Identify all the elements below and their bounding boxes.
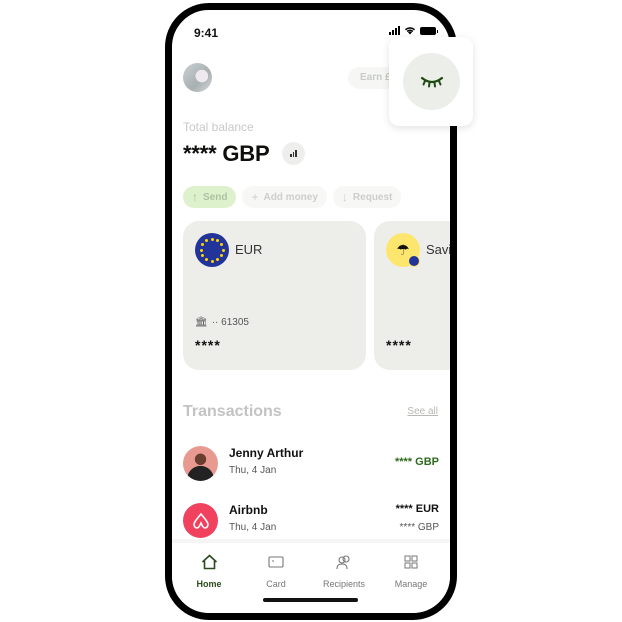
- flag-star: [220, 254, 224, 257]
- account-currency: EUR: [235, 242, 263, 257]
- closed-eye-icon: [420, 76, 443, 87]
- savings-name: Savi: [426, 242, 452, 257]
- transaction-date: Thu, 4 Jan: [229, 465, 277, 476]
- wifi-icon: [404, 27, 416, 35]
- flag-star: [200, 254, 204, 257]
- transaction-sub-amount: **** GBP: [399, 522, 439, 533]
- transaction-amount: **** EUR: [395, 503, 439, 515]
- flag-star: [220, 243, 224, 246]
- privacy-toggle-popup: [389, 37, 473, 126]
- arrow-up-icon: ↑: [192, 190, 198, 204]
- airbnb-logo-icon: [183, 503, 218, 538]
- plus-icon: +: [251, 190, 259, 204]
- home-icon: [177, 553, 241, 571]
- add-money-button[interactable]: + Add money: [242, 186, 327, 208]
- account-card-eur[interactable]: EUR 🏛 ·· 61305 ****: [183, 221, 366, 370]
- flag-star: [199, 248, 203, 252]
- bank-icon: 🏛: [195, 317, 208, 328]
- account-balance: ****: [195, 337, 221, 353]
- total-balance-value: **** GBP: [183, 141, 270, 166]
- flag-star: [221, 248, 225, 252]
- transaction-name: Jenny Arthur: [229, 446, 304, 460]
- status-time: 9:41: [194, 26, 219, 40]
- flag-star: [210, 237, 214, 241]
- flag-star: [205, 258, 208, 262]
- quick-actions: ↑ Send + Add money ↓ Request: [183, 186, 402, 208]
- account-number: ·· 61305: [211, 317, 249, 328]
- nav-home[interactable]: Home: [177, 553, 241, 589]
- bar-chart-icon: [290, 154, 292, 157]
- send-button[interactable]: ↑ Send: [183, 186, 237, 208]
- insights-button[interactable]: [282, 142, 305, 165]
- home-indicator: [263, 598, 358, 602]
- arrow-down-icon: ↓: [341, 190, 348, 204]
- manage-icon: [379, 553, 443, 571]
- transactions-heading: Transactions: [183, 403, 282, 420]
- total-balance-label: Total balance: [183, 120, 254, 134]
- hide-balance-button[interactable]: [403, 53, 460, 110]
- transaction-name: Airbnb: [229, 503, 268, 517]
- savings-balance: ****: [386, 337, 412, 353]
- recipients-icon: [312, 553, 376, 571]
- contact-avatar: [183, 446, 218, 481]
- flag-star: [200, 243, 204, 246]
- transaction-row[interactable]: Airbnb Thu, 4 Jan **** EUR **** GBP: [183, 501, 439, 541]
- bottom-nav: Home Card Recipients Manage: [172, 539, 450, 613]
- eu-flag-icon: [195, 233, 229, 267]
- transaction-row[interactable]: Jenny Arthur Thu, 4 Jan **** GBP: [183, 444, 439, 484]
- transaction-date: Thu, 4 Jan: [229, 522, 277, 533]
- request-button[interactable]: ↓ Request: [332, 186, 402, 208]
- account-card-savings[interactable]: ☂ Savi ****: [374, 221, 452, 370]
- flag-star: [216, 238, 219, 242]
- nav-card[interactable]: Card: [244, 553, 308, 589]
- flag-star: [210, 259, 214, 263]
- transaction-amount: **** GBP: [394, 456, 439, 468]
- card-icon: [244, 553, 308, 571]
- nav-manage[interactable]: Manage: [379, 553, 443, 589]
- battery-icon: [420, 27, 438, 35]
- nav-recipients[interactable]: Recipients: [312, 553, 376, 589]
- eu-badge-icon: [408, 255, 420, 267]
- flag-star: [216, 258, 219, 262]
- signal-icon: [389, 26, 400, 35]
- see-all-link[interactable]: See all: [407, 406, 438, 417]
- profile-avatar[interactable]: [183, 63, 212, 92]
- flag-star: [205, 238, 208, 242]
